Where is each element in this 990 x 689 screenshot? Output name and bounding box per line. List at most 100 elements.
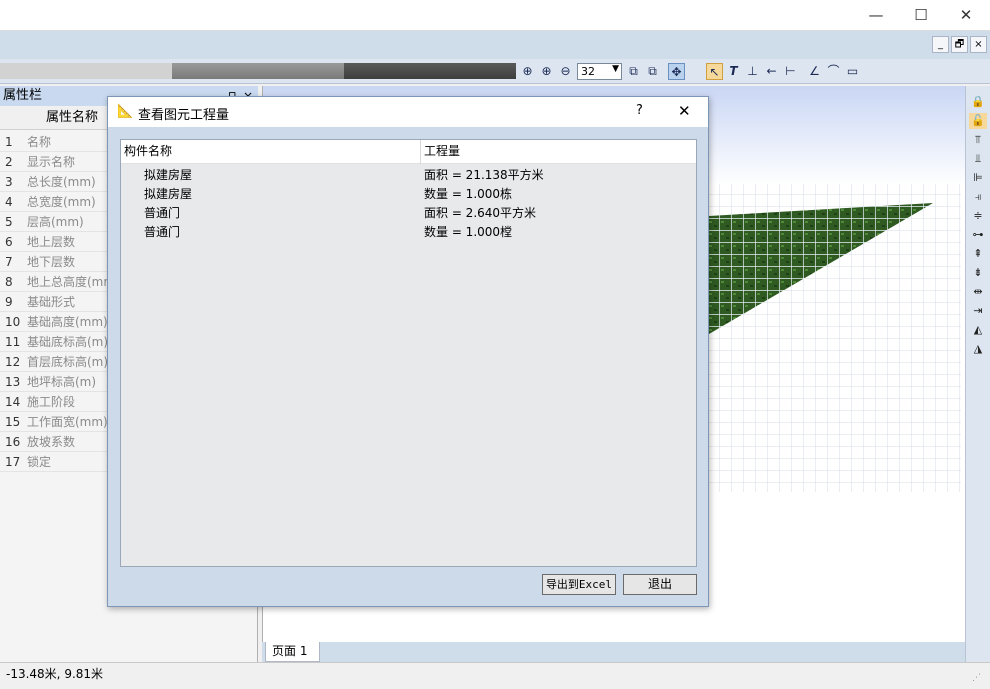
status-bar: -13.48米, 9.81米 ⋰: [0, 662, 990, 686]
property-column-header: 属性名称: [0, 106, 110, 130]
zoom-value: 32: [581, 65, 595, 78]
property-name: 首层底标高(m): [27, 355, 109, 369]
scroll-thumb[interactable]: [172, 63, 344, 79]
row-number: 2: [5, 155, 13, 169]
property-row[interactable]: 3 总长度(mm): [0, 172, 110, 192]
chevron-down-icon: ▼: [612, 64, 619, 74]
select-pointer-icon[interactable]: ↖: [706, 63, 723, 80]
export-excel-button[interactable]: 导出到Excel: [542, 574, 616, 595]
property-row[interactable]: 15 工作面宽(mm): [0, 412, 110, 432]
drawing-toolbar: ⊕ ⊕ ⊖ 32 ▼ ⧉ ⧉ ✥ ↖ T ⊥ ← ⊢ ∠ ⌒ ▭: [0, 59, 990, 84]
property-name: 显示名称: [27, 155, 76, 169]
quantity-value: 面积 = 2.640平方米: [424, 206, 537, 220]
property-row[interactable]: 7 地下层数: [0, 252, 110, 272]
dialog-close-button[interactable]: ✕: [678, 102, 691, 120]
scroll-track-dark: [344, 63, 516, 79]
component-name: 普通门: [144, 206, 181, 220]
property-name: 总宽度(mm): [27, 195, 96, 209]
rectangle-icon[interactable]: ▭: [844, 63, 861, 80]
property-name: 地上层数: [27, 235, 76, 249]
arrow-left-icon[interactable]: ←: [763, 63, 780, 80]
align-left-icon[interactable]: ⊫: [969, 170, 987, 186]
zoom-extent-icon[interactable]: ⊕: [519, 63, 536, 80]
property-row[interactable]: 6 地上层数: [0, 232, 110, 252]
column-header-quantity[interactable]: 工程量: [421, 140, 696, 164]
space-right-icon[interactable]: ⇥: [969, 303, 987, 319]
zoom-select[interactable]: 32 ▼: [577, 63, 622, 80]
property-row[interactable]: 4 总宽度(mm): [0, 192, 110, 212]
row-number: 10: [5, 315, 21, 329]
exit-button[interactable]: 退出: [623, 574, 697, 595]
mdi-minimize-button[interactable]: _: [932, 36, 949, 53]
property-row[interactable]: 17 锁定: [0, 452, 110, 472]
zoom-previous-icon[interactable]: ⧉: [644, 63, 661, 80]
row-number: 11: [5, 335, 21, 349]
property-row[interactable]: 9 基础形式: [0, 292, 110, 312]
quantity-value: 数量 = 1.000栋: [424, 187, 513, 201]
row-number: 7: [5, 255, 13, 269]
dimension-icon[interactable]: ⊥: [744, 63, 761, 80]
lock-icon[interactable]: 🔒: [969, 94, 987, 110]
zoom-window-icon[interactable]: ⧉: [625, 63, 642, 80]
quantity-list[interactable]: 构件名称 工程量 拟建房屋 面积 = 21.138平方米 拟建房屋 数量 = 1.0…: [120, 139, 697, 567]
list-item[interactable]: 普通门 数量 = 1.000樘: [121, 223, 696, 242]
property-name: 放坡系数: [27, 435, 76, 449]
property-name: 基础底标高(m): [27, 335, 109, 349]
scroll-track: [0, 63, 172, 79]
close-button[interactable]: ✕: [943, 0, 989, 31]
property-row[interactable]: 1 名称: [0, 132, 110, 152]
flip-horizontal-icon[interactable]: ◭: [969, 322, 987, 338]
help-button[interactable]: ?: [636, 103, 643, 118]
list-item[interactable]: 拟建房屋 数量 = 1.000栋: [121, 185, 696, 204]
arc-icon[interactable]: ⌒: [825, 63, 842, 80]
flip-vertical-icon[interactable]: ◮: [969, 341, 987, 357]
text-tool-icon[interactable]: T: [725, 63, 742, 80]
mdi-close-button[interactable]: ×: [970, 36, 987, 53]
zoom-out-icon[interactable]: ⊖: [557, 63, 574, 80]
property-row[interactable]: 5 层高(mm): [0, 212, 110, 232]
row-number: 4: [5, 195, 13, 209]
property-row[interactable]: 13 地坪标高(m): [0, 372, 110, 392]
mdi-restore-button[interactable]: 🗗: [951, 36, 968, 53]
property-name: 地下层数: [27, 255, 76, 269]
property-row[interactable]: 2 显示名称: [0, 152, 110, 172]
align-top-icon[interactable]: ⫪: [969, 132, 987, 148]
property-row[interactable]: 12 首层底标高(m): [0, 352, 110, 372]
row-number: 13: [5, 375, 21, 389]
space-vertical-icon[interactable]: ⇞: [969, 246, 987, 262]
zoom-in-icon[interactable]: ⊕: [538, 63, 555, 80]
column-header-name[interactable]: 构件名称: [121, 140, 421, 164]
align-center-h-icon[interactable]: ⊶: [969, 227, 987, 243]
property-row[interactable]: 16 放坡系数: [0, 432, 110, 452]
property-row[interactable]: 10 基础高度(mm): [0, 312, 110, 332]
row-number: 8: [5, 275, 13, 289]
space-down-icon[interactable]: ⇟: [969, 265, 987, 281]
measure-icon[interactable]: ⊢: [782, 63, 799, 80]
row-number: 5: [5, 215, 13, 229]
property-name: 层高(mm): [27, 215, 84, 229]
property-name: 总长度(mm): [27, 175, 96, 189]
space-horizontal-icon[interactable]: ⇹: [969, 284, 987, 300]
tab-page-1[interactable]: 页面 1: [265, 642, 320, 662]
align-bottom-icon[interactable]: ⫫: [969, 151, 987, 167]
list-item[interactable]: 普通门 面积 = 2.640平方米: [121, 204, 696, 223]
row-number: 1: [5, 135, 13, 149]
pan-icon[interactable]: ✥: [668, 63, 685, 80]
align-right-icon[interactable]: ⫣: [969, 189, 987, 205]
row-number: 15: [5, 415, 21, 429]
property-row[interactable]: 11 基础底标高(m): [0, 332, 110, 352]
align-center-v-icon[interactable]: ≑: [969, 208, 987, 224]
property-name: 基础高度(mm): [27, 315, 108, 329]
angle-icon[interactable]: ∠: [806, 63, 823, 80]
property-row[interactable]: 8 地上总高度(mm): [0, 272, 110, 292]
row-number: 9: [5, 295, 13, 309]
property-panel-title: 属性栏: [3, 88, 43, 103]
list-header: 构件名称 工程量: [121, 140, 696, 164]
maximize-button[interactable]: ☐: [898, 0, 944, 31]
property-name: 施工阶段: [27, 395, 76, 409]
list-item[interactable]: 拟建房屋 面积 = 21.138平方米: [121, 166, 696, 185]
minimize-button[interactable]: —: [853, 0, 899, 31]
resize-grip-icon[interactable]: ⋰: [972, 667, 986, 683]
unlock-icon[interactable]: 🔓: [969, 113, 987, 129]
property-row[interactable]: 14 施工阶段: [0, 392, 110, 412]
